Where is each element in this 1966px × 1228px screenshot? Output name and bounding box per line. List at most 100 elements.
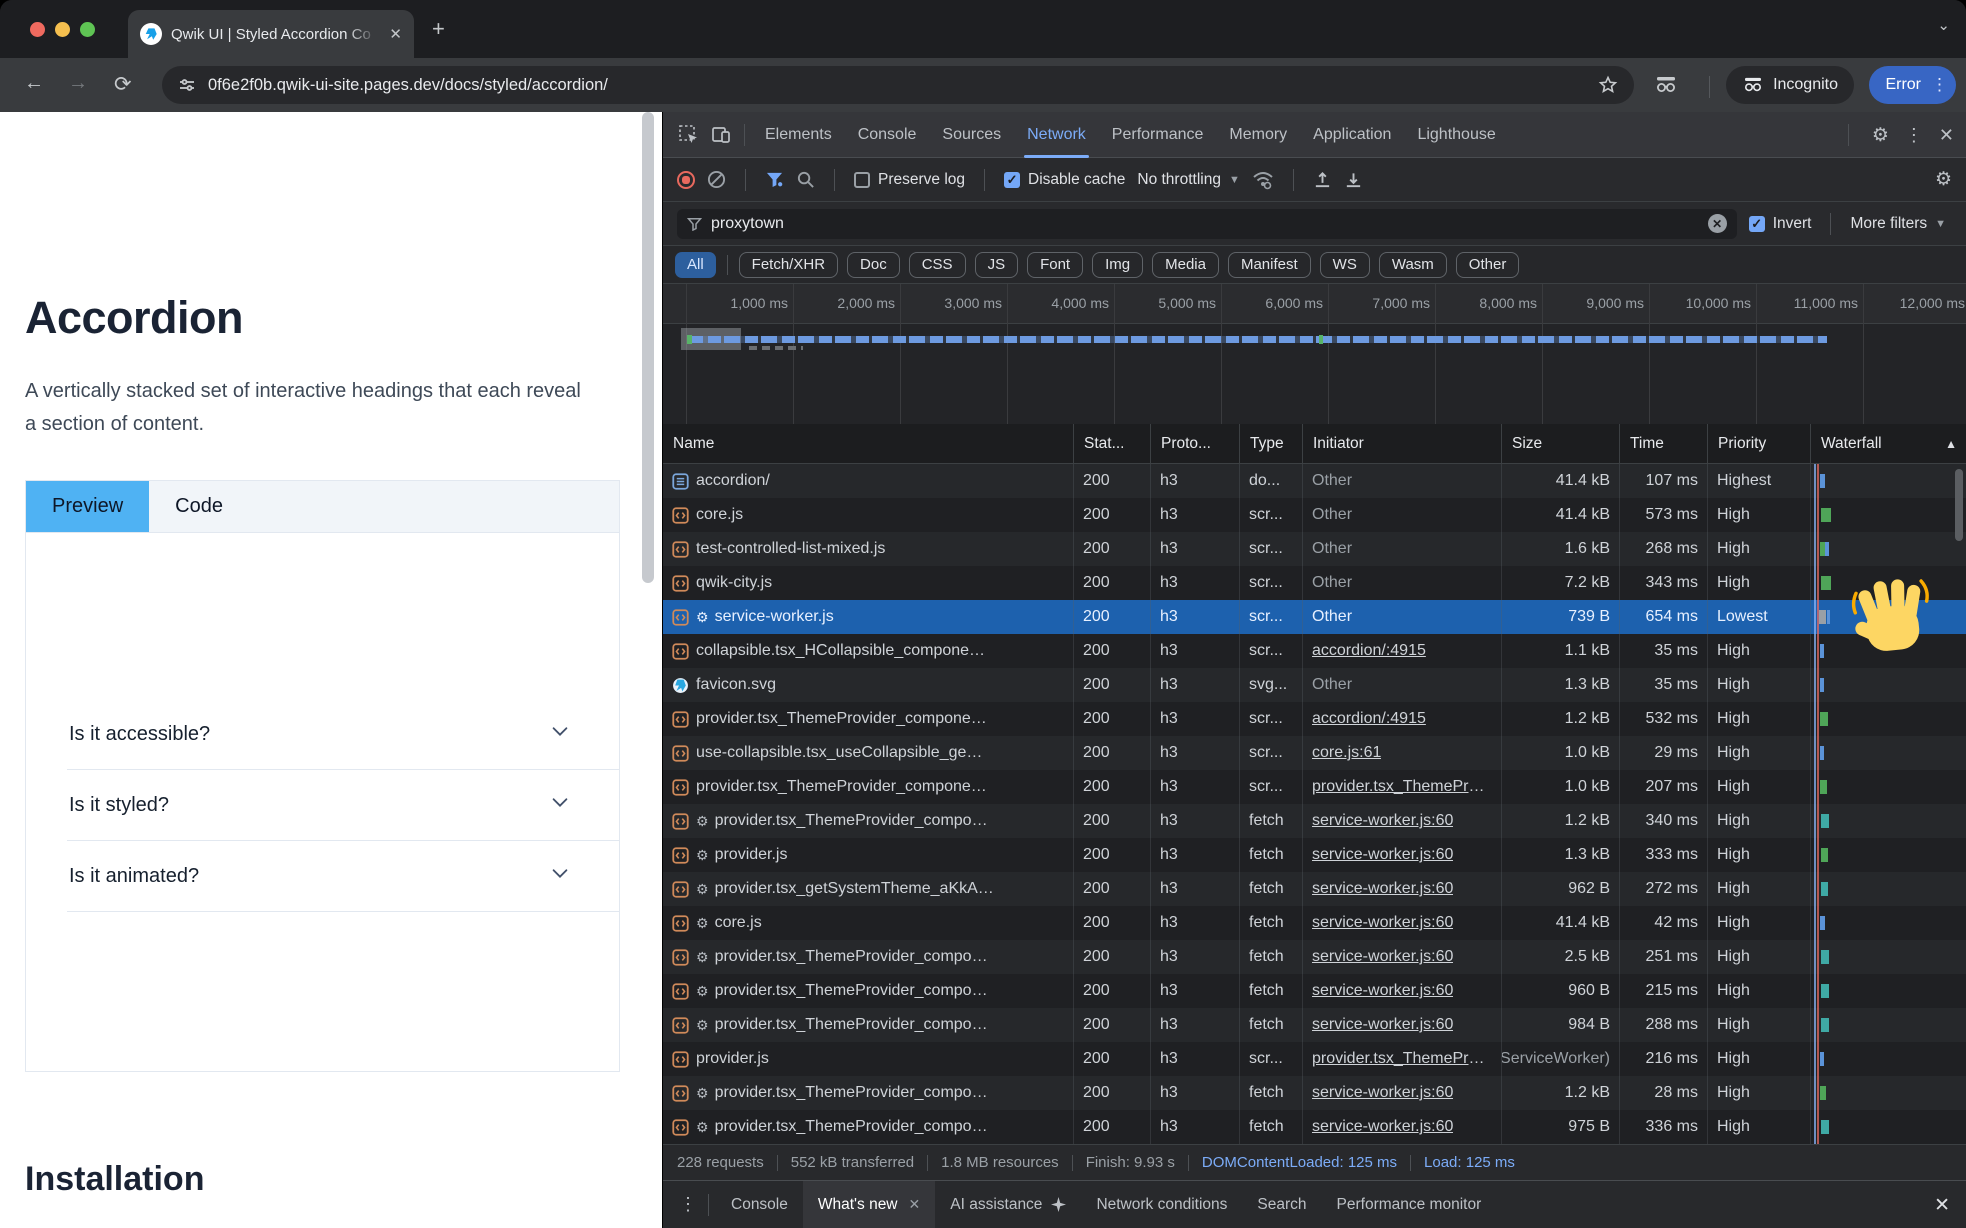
- devtools-settings-gear-icon[interactable]: ⚙: [1872, 124, 1889, 147]
- request-initiator[interactable]: service-worker.js:60: [1303, 804, 1502, 838]
- type-chip-font[interactable]: Font: [1027, 252, 1083, 278]
- inspect-element-icon[interactable]: [678, 124, 700, 146]
- drawer-close-icon[interactable]: ✕: [1934, 1194, 1950, 1217]
- drawer-tab-search[interactable]: Search: [1242, 1181, 1321, 1228]
- accordion-trigger[interactable]: Is it accessible?: [67, 699, 619, 770]
- forward-icon[interactable]: →: [68, 72, 88, 95]
- browser-menu-kebab-icon[interactable]: ⋮: [1931, 75, 1948, 95]
- minimize-window-button[interactable]: [55, 22, 70, 37]
- request-initiator[interactable]: service-worker.js:60: [1303, 974, 1502, 1008]
- throttling-dropdown[interactable]: No throttling ▼: [1137, 171, 1239, 189]
- import-har-icon[interactable]: [1313, 170, 1332, 190]
- site-settings-icon[interactable]: [178, 76, 196, 94]
- type-chip-img[interactable]: Img: [1092, 252, 1143, 278]
- drawer-tab-network-conditions[interactable]: Network conditions: [1081, 1181, 1242, 1228]
- network-request-row[interactable]: favicon.svg 200 h3 svg... Other 1.3 kB 3…: [663, 668, 1966, 702]
- more-filters-dropdown[interactable]: More filters ▼: [1850, 215, 1946, 233]
- type-chip-all[interactable]: All: [675, 252, 716, 278]
- devtools-menu-kebab-icon[interactable]: ⋮: [1905, 125, 1923, 146]
- clear-network-log-icon[interactable]: [707, 170, 726, 189]
- export-har-icon[interactable]: [1344, 170, 1363, 190]
- request-initiator[interactable]: service-worker.js:60: [1303, 1110, 1502, 1144]
- network-request-row[interactable]: provider.tsx_ThemeProvider_compone… 200 …: [663, 770, 1966, 804]
- request-initiator[interactable]: service-worker.js:60: [1303, 1076, 1502, 1110]
- network-request-row[interactable]: ⚙service-worker.js 200 h3 scr... Other 7…: [663, 600, 1966, 634]
- column-header-size[interactable]: Size: [1502, 424, 1620, 463]
- request-initiator[interactable]: provider.tsx_ThemeProvider: [1303, 1042, 1502, 1076]
- page-scrollbar-thumb[interactable]: [642, 112, 654, 583]
- clear-filter-icon[interactable]: ✕: [1708, 214, 1727, 233]
- reload-icon[interactable]: ⟳: [114, 72, 132, 97]
- request-initiator[interactable]: accordion/:4915: [1303, 634, 1502, 668]
- bookmark-star-icon[interactable]: [1598, 75, 1618, 95]
- network-conditions-icon[interactable]: [1252, 170, 1274, 190]
- drawer-tab-ai-assistance[interactable]: AI assistance: [935, 1181, 1081, 1228]
- accordion-trigger[interactable]: Is it styled?: [67, 770, 619, 841]
- network-overview-timeline[interactable]: 1,000 ms2,000 ms3,000 ms4,000 ms5,000 ms…: [663, 284, 1966, 424]
- drawer-tab-performance-monitor[interactable]: Performance monitor: [1322, 1181, 1497, 1228]
- device-toolbar-icon[interactable]: [710, 124, 732, 146]
- demo-tab-code[interactable]: Code: [149, 481, 249, 532]
- devtools-tab-sources[interactable]: Sources: [929, 112, 1014, 158]
- request-initiator[interactable]: service-worker.js:60: [1303, 906, 1502, 940]
- devtools-tab-performance[interactable]: Performance: [1099, 112, 1217, 158]
- column-header-initiator[interactable]: Initiator: [1303, 424, 1502, 463]
- new-tab-button[interactable]: +: [432, 18, 445, 40]
- network-request-row[interactable]: test-controlled-list-mixed.js 200 h3 scr…: [663, 532, 1966, 566]
- request-initiator[interactable]: service-worker.js:60: [1303, 838, 1502, 872]
- record-network-log-icon[interactable]: [677, 171, 695, 189]
- devtools-tab-application[interactable]: Application: [1300, 112, 1404, 158]
- devtools-tab-console[interactable]: Console: [845, 112, 930, 158]
- fullscreen-window-button[interactable]: [80, 22, 95, 37]
- request-initiator[interactable]: service-worker.js:60: [1303, 1008, 1502, 1042]
- network-request-row[interactable]: collapsible.tsx_HCollapsible_compone… 20…: [663, 634, 1966, 668]
- devtools-tab-elements[interactable]: Elements: [752, 112, 845, 158]
- type-chip-js[interactable]: JS: [975, 252, 1019, 278]
- network-request-row[interactable]: ⚙core.js 200 h3 fetch service-worker.js:…: [663, 906, 1966, 940]
- preserve-log-checkbox[interactable]: Preserve log: [854, 171, 965, 189]
- type-chip-css[interactable]: CSS: [909, 252, 966, 278]
- network-request-row[interactable]: ⚙provider.tsx_ThemeProvider_compo… 200 h…: [663, 974, 1966, 1008]
- accordion-trigger[interactable]: Is it animated?: [67, 841, 619, 912]
- disable-cache-checkbox[interactable]: ✓ Disable cache: [1004, 171, 1125, 189]
- type-chip-doc[interactable]: Doc: [847, 252, 900, 278]
- filter-icon[interactable]: [765, 171, 784, 188]
- type-chip-ws[interactable]: WS: [1320, 252, 1370, 278]
- error-profile-button[interactable]: Error ⋮: [1869, 66, 1956, 104]
- network-request-row[interactable]: provider.tsx_ThemeProvider_compone… 200 …: [663, 702, 1966, 736]
- column-header-time[interactable]: Time: [1620, 424, 1708, 463]
- network-request-row[interactable]: ⚙provider.tsx_ThemeProvider_compo… 200 h…: [663, 1076, 1966, 1110]
- drawer-menu-kebab-icon[interactable]: ⋮: [679, 1194, 697, 1215]
- search-icon[interactable]: [796, 170, 815, 189]
- demo-tab-preview[interactable]: Preview: [26, 481, 149, 532]
- network-request-row[interactable]: use-collapsible.tsx_useCollapsible_ge… 2…: [663, 736, 1966, 770]
- network-request-row[interactable]: ⚙provider.js 200 h3 fetch service-worker…: [663, 838, 1966, 872]
- back-icon[interactable]: ←: [24, 72, 44, 95]
- tab-search-chevron-icon[interactable]: ⌄: [1937, 16, 1950, 34]
- network-request-row[interactable]: ⚙provider.tsx_ThemeProvider_compo… 200 h…: [663, 940, 1966, 974]
- drawer-tab-close-icon[interactable]: ✕: [909, 1196, 921, 1213]
- close-window-button[interactable]: [30, 22, 45, 37]
- column-header-name[interactable]: Name: [663, 424, 1074, 463]
- omnibox[interactable]: 0f6e2f0b.qwik-ui-site.pages.dev/docs/sty…: [162, 66, 1634, 104]
- column-header-type[interactable]: Type: [1240, 424, 1303, 463]
- network-request-row[interactable]: ⚙provider.tsx_ThemeProvider_compo… 200 h…: [663, 1110, 1966, 1144]
- column-header-priority[interactable]: Priority: [1708, 424, 1811, 463]
- column-header-stat[interactable]: Stat...: [1074, 424, 1151, 463]
- type-chip-manifest[interactable]: Manifest: [1228, 252, 1311, 278]
- request-initiator[interactable]: provider.tsx_ThemeProvider: [1303, 770, 1502, 804]
- devtools-tab-network[interactable]: Network: [1014, 112, 1099, 158]
- drawer-tab-console[interactable]: Console: [716, 1181, 803, 1228]
- network-request-row[interactable]: ⚙provider.tsx_getSystemTheme_aKkA… 200 h…: [663, 872, 1966, 906]
- network-request-row[interactable]: ⚙provider.tsx_ThemeProvider_compo… 200 h…: [663, 804, 1966, 838]
- filter-input[interactable]: proxytown ✕: [677, 209, 1737, 239]
- request-initiator[interactable]: service-worker.js:60: [1303, 940, 1502, 974]
- invert-filter-checkbox[interactable]: ✓ Invert: [1749, 215, 1812, 233]
- type-chip-other[interactable]: Other: [1456, 252, 1520, 278]
- devtools-close-icon[interactable]: ✕: [1939, 125, 1954, 146]
- network-request-row[interactable]: provider.js 200 h3 scr... provider.tsx_T…: [663, 1042, 1966, 1076]
- devtools-tab-lighthouse[interactable]: Lighthouse: [1404, 112, 1508, 158]
- column-header-waterfall[interactable]: Waterfall▲: [1811, 424, 1966, 463]
- type-chip-fetch/xhr[interactable]: Fetch/XHR: [739, 252, 838, 278]
- url-text[interactable]: 0f6e2f0b.qwik-ui-site.pages.dev/docs/sty…: [208, 76, 1586, 95]
